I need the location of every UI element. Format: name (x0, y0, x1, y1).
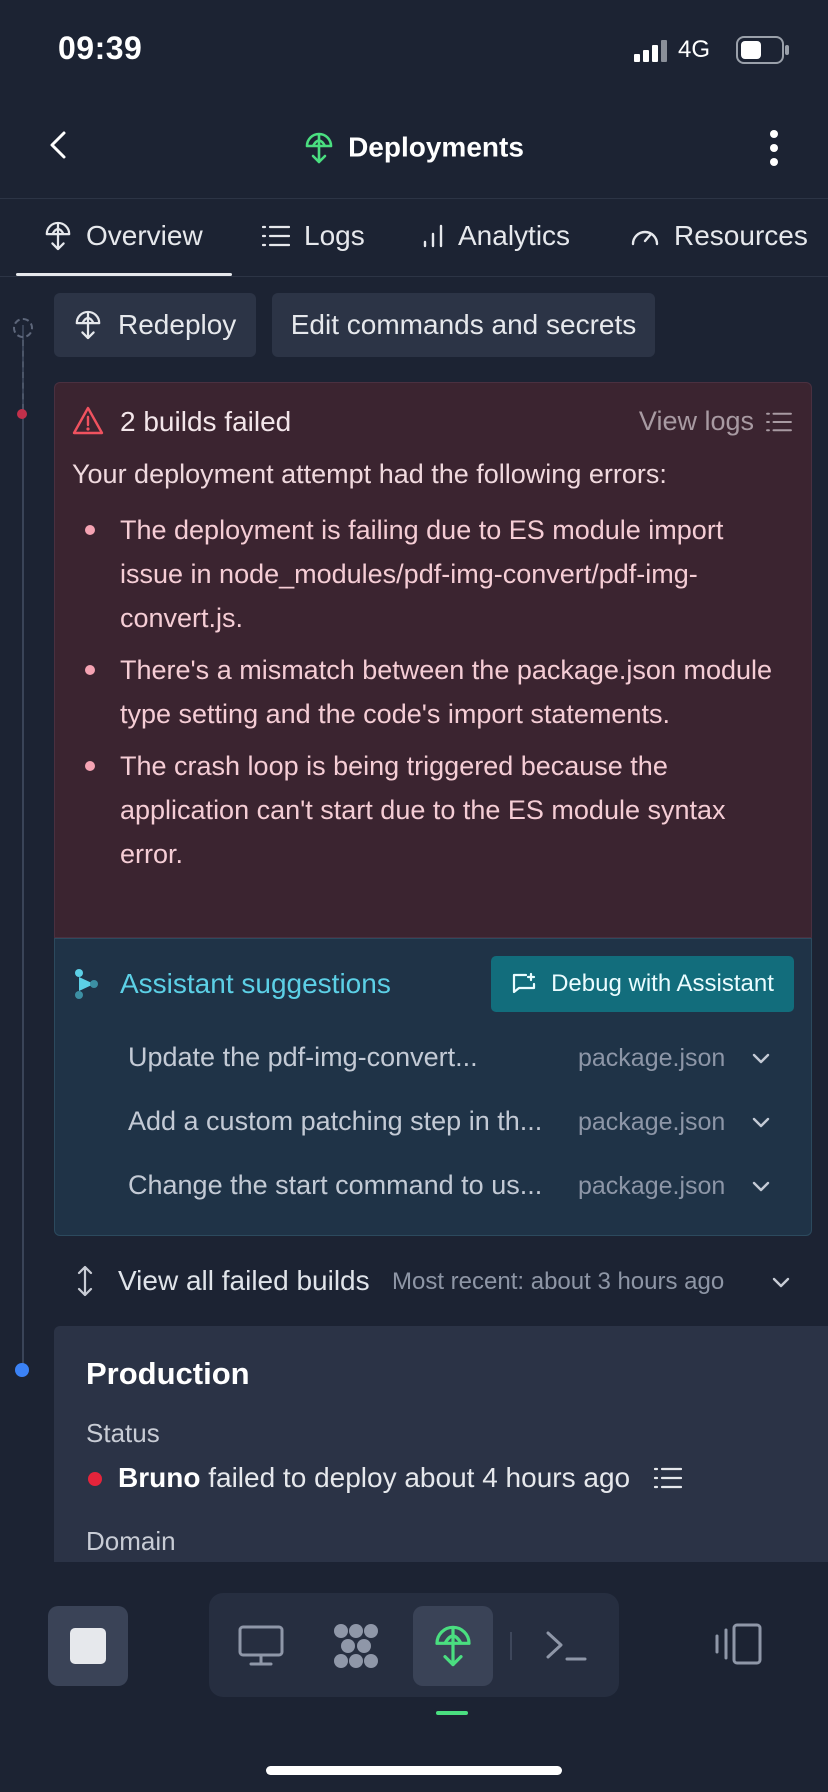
list-icon (262, 224, 290, 248)
suggestion-text[interactable]: Update the pdf-img-convert... (128, 1042, 568, 1073)
most-recent-text: Most recent: about 3 hours ago (392, 1268, 725, 1295)
gauge-icon (630, 225, 660, 247)
production-title: Production (86, 1356, 250, 1391)
tab-label: Analytics (458, 220, 571, 251)
timeline-dashed-segment (22, 340, 24, 410)
chevron-down-icon[interactable] (770, 1272, 792, 1294)
tab-label: Logs (304, 220, 365, 251)
error-item: The crash loop is being triggered becaus… (72, 744, 772, 876)
assistant-title: Assistant suggestions (120, 968, 391, 999)
status-text: Bruno failed to deploy about 4 hours ago (118, 1462, 630, 1494)
view-all-failed-builds[interactable]: View all failed builds (118, 1265, 370, 1297)
error-item: There's a mismatch between the package.j… (72, 648, 772, 736)
tab-logs[interactable]: Logs (262, 220, 365, 252)
nav-separator (510, 1632, 512, 1660)
debug-button-label: Debug with Assistant (551, 970, 774, 997)
suggestion-text[interactable]: Add a custom patching step in th... (128, 1106, 568, 1137)
view-logs-link[interactable]: View logs (639, 406, 792, 437)
tab-label: Resources (674, 220, 808, 251)
timeline-production-node (15, 1363, 29, 1377)
deployment-icon (74, 310, 102, 340)
expand-vertical-icon (74, 1265, 96, 1297)
desktop-icon[interactable] (221, 1606, 301, 1686)
deployment-icon (433, 1624, 473, 1668)
tab-overview[interactable]: Overview (44, 220, 203, 252)
tab-resources[interactable]: Resources (630, 220, 808, 252)
tabs-divider (0, 276, 828, 277)
list-icon (766, 411, 792, 433)
timeline-line (22, 325, 24, 1375)
suggestion-file: package.json (578, 1108, 726, 1136)
redeploy-label: Redeploy (118, 309, 237, 340)
suggestion-text[interactable]: Change the start command to us... (128, 1170, 568, 1201)
network-type: 4G (677, 36, 710, 63)
page-title: Deployments (0, 130, 828, 164)
timeline-pending-node (13, 318, 33, 338)
status-indicator (88, 1472, 102, 1486)
status-label: Status (86, 1418, 160, 1448)
status-user: Bruno (118, 1462, 201, 1493)
error-intro-text: Your deployment attempt had the followin… (72, 459, 667, 489)
edit-commands-button[interactable]: Edit commands and secrets (272, 293, 655, 357)
warning-icon (72, 406, 104, 436)
tab-label: Overview (86, 220, 203, 251)
status-message: failed to deploy about 4 hours ago (208, 1462, 631, 1493)
suggestion-file: package.json (578, 1172, 726, 1200)
page-title-text: Deployments (348, 131, 524, 163)
stop-icon (70, 1628, 106, 1664)
chevron-down-icon[interactable] (750, 1112, 772, 1134)
deployment-icon (44, 221, 72, 251)
edit-commands-label: Edit commands and secrets (290, 309, 637, 340)
error-list: The deployment is failing due to ES modu… (72, 508, 772, 884)
chat-icon (511, 972, 537, 996)
debug-with-assistant-button[interactable]: Debug with Assistant (491, 956, 794, 1012)
view-logs-label: View logs (638, 406, 754, 436)
assistant-icon (74, 968, 100, 1000)
header-divider (0, 198, 828, 199)
domain-label: Domain (86, 1526, 176, 1556)
chevron-down-icon[interactable] (750, 1176, 772, 1198)
signal-icon (634, 40, 670, 62)
home-indicator (266, 1766, 562, 1775)
builds-failed-title: 2 builds failed (120, 406, 292, 437)
timeline-failed-node (17, 409, 27, 419)
redeploy-button[interactable]: Redeploy (54, 293, 256, 357)
list-icon[interactable] (654, 1466, 682, 1490)
suggestion-file: package.json (578, 1044, 726, 1072)
error-item: The deployment is failing due to ES modu… (72, 508, 772, 640)
chevron-down-icon[interactable] (750, 1048, 772, 1070)
more-options-button[interactable] (766, 128, 782, 168)
sidebar-toggle-icon[interactable] (714, 1622, 764, 1666)
deployments-nav-item[interactable] (413, 1606, 493, 1686)
status-time: 09:39 (58, 30, 143, 66)
tab-analytics[interactable]: Analytics (422, 220, 570, 252)
battery-icon (736, 36, 790, 64)
stop-button[interactable] (48, 1606, 128, 1686)
active-nav-indicator (436, 1711, 468, 1715)
terminal-icon[interactable] (526, 1606, 606, 1686)
bar-chart-icon (422, 224, 444, 248)
workspace-icon[interactable] (316, 1606, 396, 1686)
deployment-icon (304, 132, 334, 164)
